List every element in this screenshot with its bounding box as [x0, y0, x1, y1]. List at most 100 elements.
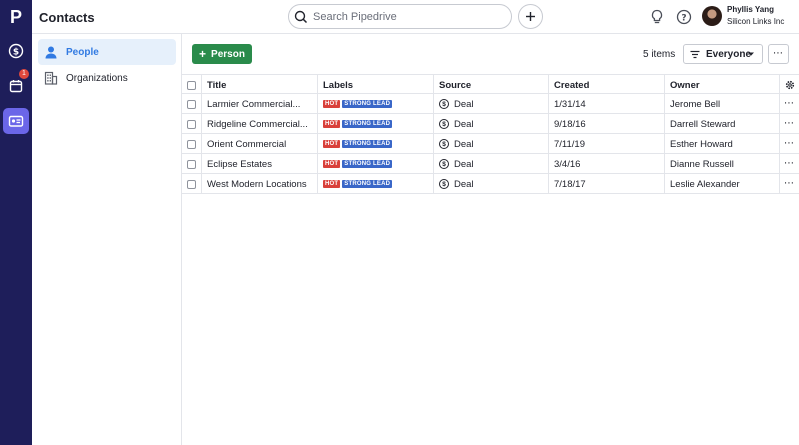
tag-hot: HOT [323, 160, 341, 168]
select-all-checkbox[interactable] [187, 80, 196, 90]
contact-labels: HOT STRONG LEAD [318, 94, 434, 114]
row-select-cell [182, 134, 202, 154]
user-name[interactable]: Phyllis Yang [727, 5, 774, 14]
contact-created: 1/31/14 [549, 94, 665, 114]
table-row[interactable]: Orient Commercial HOT STRONG LEAD $ Deal 7… [182, 134, 799, 154]
source-text: Deal [454, 118, 474, 130]
dollar-icon: $ [439, 119, 449, 129]
contact-source: $ Deal [434, 94, 549, 114]
search-box[interactable] [288, 4, 512, 29]
contact-title[interactable]: Larmier Commercial... [202, 94, 318, 114]
svg-text:$: $ [13, 48, 19, 58]
column-header-owner[interactable]: Owner [665, 75, 780, 95]
contact-title[interactable]: West Modern Locations [202, 174, 318, 194]
add-person-button[interactable]: + Person [192, 44, 252, 64]
contact-labels: HOT STRONG LEAD [318, 154, 434, 174]
contact-owner: Leslie Alexander [665, 174, 780, 194]
column-header-created[interactable]: Created [549, 75, 665, 95]
more-icon[interactable]: ⋯ [784, 179, 795, 189]
more-icon[interactable]: ⋯ [784, 99, 795, 109]
row-actions-cell: ⋯ [780, 134, 799, 154]
tag-hot: HOT [323, 100, 341, 108]
source-text: Deal [454, 158, 474, 170]
row-actions-cell: ⋯ [780, 94, 799, 114]
settings-gear-icon[interactable] [785, 80, 795, 90]
contact-source: $ Deal [434, 154, 549, 174]
tag-strong-lead: STRONG LEAD [342, 100, 393, 108]
contact-created: 7/18/17 [549, 174, 665, 194]
contact-owner: Esther Howard [665, 134, 780, 154]
row-checkbox[interactable] [187, 119, 196, 129]
row-checkbox[interactable] [187, 99, 196, 109]
select-all-cell [182, 75, 202, 95]
contact-labels: HOT STRONG LEAD [318, 174, 434, 194]
help-icon[interactable]: ? [675, 8, 693, 26]
row-checkbox[interactable] [187, 139, 196, 149]
notification-badge: 1 [19, 69, 29, 79]
dollar-icon: $ [439, 159, 449, 169]
column-header-labels[interactable]: Labels [318, 75, 434, 95]
left-rail: P $ 1 [0, 0, 32, 445]
sidebar-item-people[interactable]: People [38, 39, 176, 65]
contact-title[interactable]: Eclipse Estates [202, 154, 318, 174]
contact-title[interactable]: Ridgeline Commercial... [202, 114, 318, 134]
contact-title[interactable]: Orient Commercial [202, 134, 318, 154]
pipedrive-logo[interactable]: P [3, 4, 29, 30]
more-icon: ⋯ [773, 48, 784, 59]
more-icon[interactable]: ⋯ [784, 119, 795, 129]
add-person-label: Person [211, 48, 245, 60]
table-row[interactable]: West Modern Locations HOT STRONG LEAD $ De… [182, 174, 799, 194]
column-header-source[interactable]: Source [434, 75, 549, 95]
user-company: Silicon Links Inc [727, 17, 785, 26]
contact-owner: Dianne Russell [665, 154, 780, 174]
filter-icon [690, 50, 700, 58]
svg-text:?: ? [681, 13, 686, 23]
row-checkbox[interactable] [187, 159, 196, 169]
sidebar-item-label: People [66, 46, 99, 58]
contact-source: $ Deal [434, 114, 549, 134]
page-title: Contacts [39, 10, 95, 25]
row-actions-cell: ⋯ [780, 174, 799, 194]
owner-filter-dropdown[interactable]: Everyone [683, 44, 763, 64]
tag-strong-lead: STRONG LEAD [342, 140, 393, 148]
contact-created: 9/18/16 [549, 114, 665, 134]
dollar-icon: $ [439, 179, 449, 189]
filter-label: Everyone [706, 48, 752, 60]
contact-created: 7/11/19 [549, 134, 665, 154]
user-avatar[interactable] [702, 6, 722, 26]
plus-icon [526, 12, 535, 21]
tag-hot: HOT [323, 140, 341, 148]
plus-icon: + [199, 47, 207, 61]
table-row[interactable]: Eclipse Estates HOT STRONG LEAD $ Deal 3/4… [182, 154, 799, 174]
dollar-icon: $ [439, 99, 449, 109]
contact-labels: HOT STRONG LEAD [318, 134, 434, 154]
sidebar-item-organizations[interactable]: Organizations [38, 65, 176, 91]
source-text: Deal [454, 178, 474, 190]
contacts-icon[interactable] [3, 108, 29, 134]
table-row[interactable]: Ridgeline Commercial... HOT STRONG LEAD $… [182, 114, 799, 134]
contact-labels: HOT STRONG LEAD [318, 114, 434, 134]
tag-hot: HOT [323, 120, 341, 128]
table-row[interactable]: Larmier Commercial... HOT STRONG LEAD $ De… [182, 94, 799, 114]
more-icon[interactable]: ⋯ [784, 159, 795, 169]
deals-icon[interactable]: $ [3, 38, 29, 64]
quick-add-button[interactable] [518, 4, 543, 29]
top-bar: Contacts ? Phyllis Yang Silicon Links In… [32, 0, 799, 34]
contact-owner: Darrell Steward [665, 114, 780, 134]
row-actions-cell: ⋯ [780, 114, 799, 134]
contact-owner: Jerome Bell [665, 94, 780, 114]
row-select-cell [182, 154, 202, 174]
table-header-row: Title Labels Source Created Owner [182, 74, 799, 95]
more-actions-button[interactable]: ⋯ [768, 44, 789, 64]
chevron-down-icon [748, 52, 754, 56]
column-header-title[interactable]: Title [202, 75, 318, 95]
row-select-cell [182, 94, 202, 114]
person-icon [45, 46, 57, 59]
tag-hot: HOT [323, 180, 341, 188]
items-count: 5 items [643, 49, 676, 60]
more-icon[interactable]: ⋯ [784, 139, 795, 149]
search-input[interactable] [313, 10, 493, 23]
lightbulb-icon[interactable] [648, 8, 666, 26]
row-checkbox[interactable] [187, 179, 196, 189]
tag-strong-lead: STRONG LEAD [342, 120, 393, 128]
